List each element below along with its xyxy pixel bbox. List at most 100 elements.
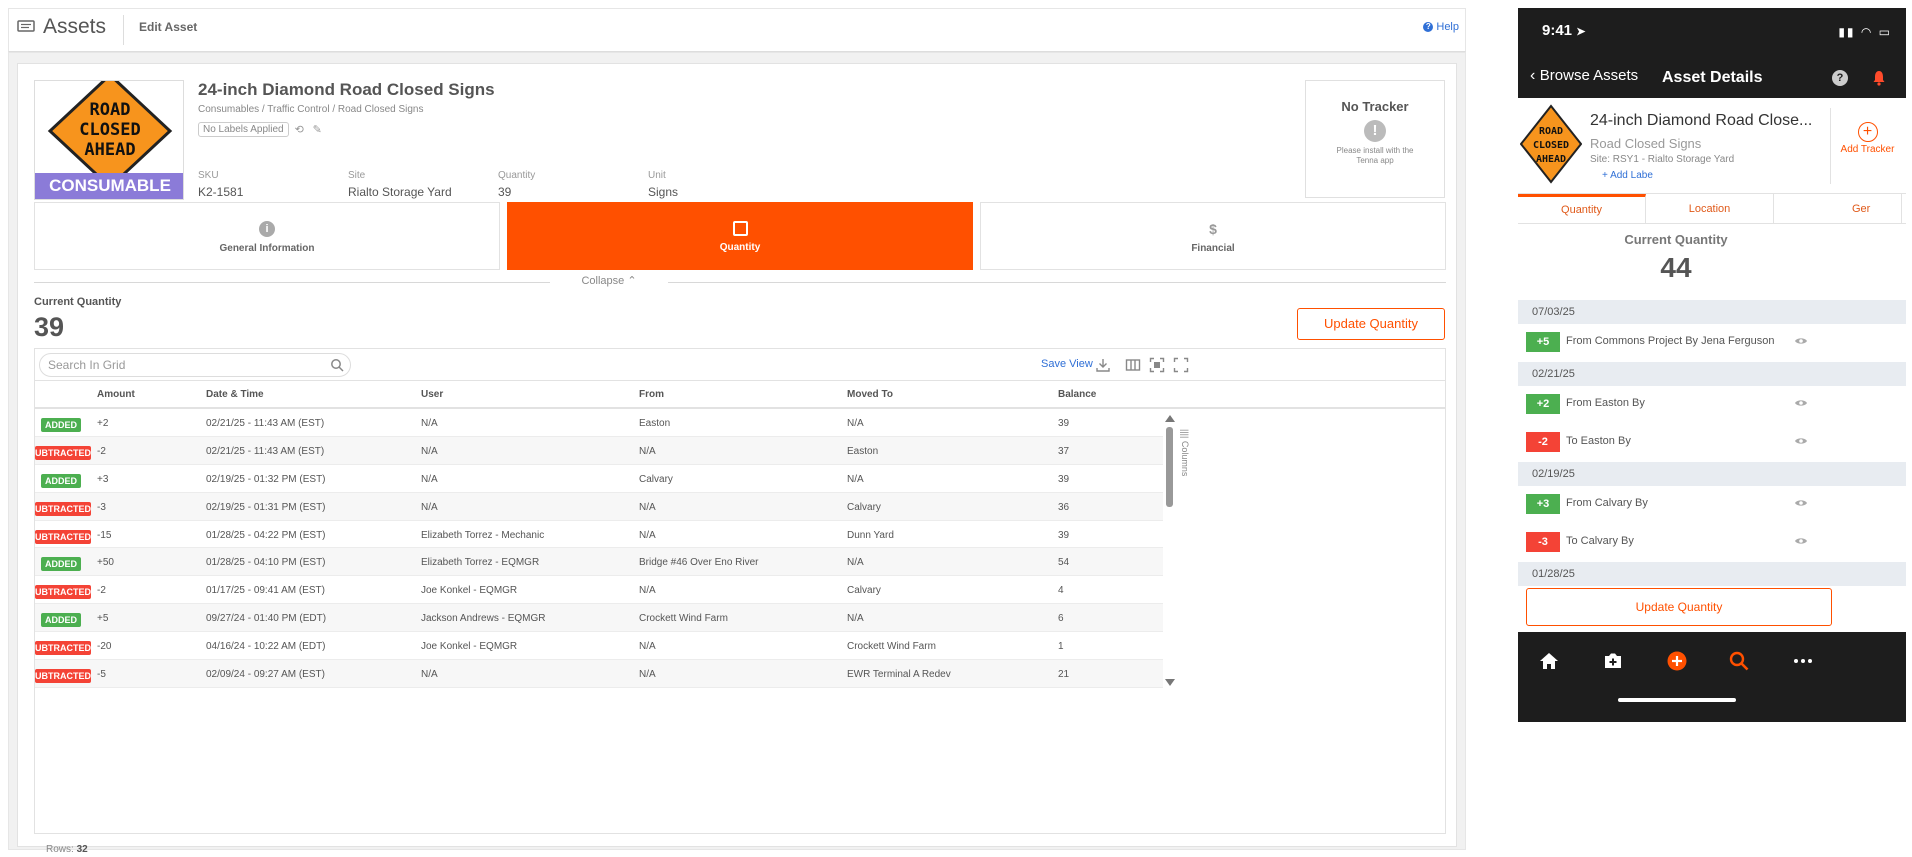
- cell-user: Joe Konkel - EQMGR: [421, 641, 518, 653]
- table-row[interactable]: ADDED +50 01/28/25 - 04:10 PM (EST) Elizabe…: [35, 548, 1163, 577]
- table-row[interactable]: ADDED +3 02/19/25 - 01:32 PM (EST) N/A Calva…: [35, 465, 1163, 493]
- table-row[interactable]: ADDED +2 02/21/25 - 11:43 AM (EST) N/A Easto…: [35, 409, 1163, 437]
- scroll-up-arrow-icon[interactable]: [1165, 415, 1175, 422]
- save-view-link[interactable]: Save View: [1041, 358, 1093, 370]
- list-item[interactable]: +5 From Commons Project By Jena Ferguson: [1518, 324, 1906, 362]
- header-from[interactable]: From: [639, 389, 664, 400]
- asset-list-icon[interactable]: [17, 20, 35, 34]
- add-circle-icon[interactable]: [1666, 650, 1688, 672]
- header-balance[interactable]: Balance: [1058, 389, 1096, 400]
- mobile-asset-subtitle: Road Closed Signs: [1590, 136, 1702, 151]
- scroll-thumb[interactable]: [1166, 427, 1173, 507]
- quantity-change-chip: -3: [1526, 532, 1560, 552]
- cell-balance: 6: [1058, 613, 1064, 625]
- tab-label: Quantity: [719, 242, 761, 253]
- eye-icon[interactable]: [1794, 436, 1808, 446]
- mobile-tab-quantity[interactable]: Quantity: [1518, 194, 1646, 224]
- back-button[interactable]: ‹ Browse Assets: [1530, 67, 1638, 85]
- table-row[interactable]: UBTRACTED -15 01/28/25 - 04:22 PM (EST) Eli…: [35, 521, 1163, 549]
- cell-user: N/A: [421, 501, 438, 513]
- cell-user: N/A: [421, 418, 438, 429]
- tracker-title: No Tracker: [1341, 99, 1409, 114]
- cell-balance: 1: [1058, 641, 1064, 653]
- list-item[interactable]: -3 To Calvary By: [1518, 524, 1906, 562]
- table-row[interactable]: UBTRACTED -3 02/19/25 - 01:31 PM (EST) N/A N…: [35, 492, 1163, 521]
- tab-general-information[interactable]: i General Information: [34, 202, 500, 270]
- cell-user: N/A: [421, 669, 438, 681]
- search-icon[interactable]: [330, 358, 344, 372]
- added-badge: ADDED: [41, 613, 81, 628]
- columns-icon[interactable]: [1125, 357, 1141, 373]
- collapse-button[interactable]: Collapse ⌃: [550, 274, 668, 287]
- meta-key: SKU: [198, 170, 219, 181]
- sign-line-2: CLOSED: [79, 120, 140, 140]
- tab-financial[interactable]: $ Financial: [980, 202, 1446, 270]
- labels-chip[interactable]: No Labels Applied: [198, 122, 289, 137]
- cell-balance: 54: [1058, 557, 1070, 569]
- mobile-update-quantity-button[interactable]: Update Quantity: [1526, 588, 1832, 626]
- mobile-page-title: Asset Details: [1662, 69, 1763, 86]
- edit-pencil-icon[interactable]: ✎: [313, 124, 325, 136]
- cell-user: N/A: [421, 445, 438, 457]
- help-icon[interactable]: ?: [1832, 70, 1848, 86]
- sign-line-3: AHEAD: [1536, 154, 1566, 165]
- list-item[interactable]: +2 From Easton By: [1518, 386, 1906, 424]
- eye-icon[interactable]: [1794, 398, 1808, 408]
- subtracted-badge: UBTRACTED: [35, 585, 91, 600]
- bell-icon[interactable]: [1872, 70, 1886, 86]
- add-tracker-button[interactable]: + Add Tracker: [1830, 108, 1904, 184]
- table-row[interactable]: UBTRACTED -2 01/17/25 - 09:41 AM (EST) Joe …: [35, 576, 1163, 605]
- list-item[interactable]: -2 To Easton By: [1518, 424, 1906, 462]
- dollar-icon: $: [1209, 221, 1217, 237]
- search-icon[interactable]: [1728, 650, 1750, 672]
- header-moved-to[interactable]: Moved To: [847, 389, 893, 400]
- grid-scrollbar[interactable]: [1163, 409, 1175, 691]
- header-user[interactable]: User: [421, 389, 443, 400]
- cell-date: 02/19/25 - 01:32 PM (EST): [206, 473, 326, 485]
- update-quantity-button[interactable]: Update Quantity: [1297, 308, 1445, 340]
- table-row[interactable]: UBTRACTED -20 04/16/24 - 10:22 AM (EDT) Joe…: [35, 632, 1163, 661]
- columns-side-label: Columns: [1180, 440, 1190, 477]
- eye-icon[interactable]: [1794, 336, 1808, 346]
- add-label-link[interactable]: + Add Labe: [1602, 170, 1653, 181]
- info-icon: i: [259, 221, 275, 237]
- mobile-tab-location[interactable]: Location: [1646, 194, 1774, 224]
- cell-amount: -2: [97, 585, 106, 597]
- scroll-down-arrow-icon[interactable]: [1165, 679, 1175, 686]
- cell-balance: 36: [1058, 501, 1070, 513]
- subtracted-badge: UBTRACTED: [35, 501, 91, 516]
- edit-asset-link[interactable]: Edit Asset: [139, 20, 197, 34]
- more-icon[interactable]: [1792, 650, 1814, 672]
- cell-from: Bridge #46 Over Eno River: [639, 557, 759, 569]
- help-link[interactable]: ? Help: [1423, 21, 1459, 33]
- tab-quantity[interactable]: Quantity: [507, 202, 973, 270]
- history-icon[interactable]: ⟲: [295, 124, 307, 136]
- columns-side-tab[interactable]: |||| Columns: [1180, 429, 1190, 476]
- fit-screen-icon[interactable]: [1149, 357, 1165, 373]
- location-arrow-icon: ➤: [1576, 26, 1586, 38]
- table-row[interactable]: ADDED +5 09/27/24 - 01:40 PM (EDT) Jackson …: [35, 604, 1163, 633]
- chevron-left-icon: ‹: [1530, 67, 1536, 84]
- mobile-tab-general[interactable]: Ger: [1774, 194, 1902, 224]
- status-bar: 9:41 ➤ ▮▮ ◠ ▭: [1518, 8, 1906, 58]
- meta-value: Rialto Storage Yard: [348, 185, 452, 199]
- table-row[interactable]: UBTRACTED -5 02/09/24 - 09:27 AM (EST) N/A N…: [35, 660, 1163, 688]
- eye-icon[interactable]: [1794, 536, 1808, 546]
- history-item-text: From Calvary By: [1566, 497, 1648, 509]
- cell-date: 04/16/24 - 10:22 AM (EDT): [206, 641, 326, 653]
- download-icon[interactable]: [1095, 357, 1111, 373]
- home-icon[interactable]: [1538, 650, 1560, 672]
- cell-to: Calvary: [847, 585, 881, 597]
- eye-icon[interactable]: [1794, 498, 1808, 508]
- app-title: Assets: [43, 15, 107, 38]
- header-amount[interactable]: Amount: [97, 389, 135, 400]
- header-divider: [123, 15, 124, 45]
- search-input[interactable]: [48, 357, 328, 373]
- list-item[interactable]: +3 From Calvary By: [1518, 486, 1906, 524]
- header-date-time[interactable]: Date & Time: [206, 389, 264, 400]
- camera-plus-icon[interactable]: [1602, 650, 1624, 672]
- fullscreen-icon[interactable]: [1173, 357, 1189, 373]
- add-label-text: Add Labe: [1610, 170, 1653, 181]
- sign-line-3: AHEAD: [84, 140, 135, 160]
- table-row[interactable]: UBTRACTED -2 02/21/25 - 11:43 AM (EST) N/A N…: [35, 436, 1163, 465]
